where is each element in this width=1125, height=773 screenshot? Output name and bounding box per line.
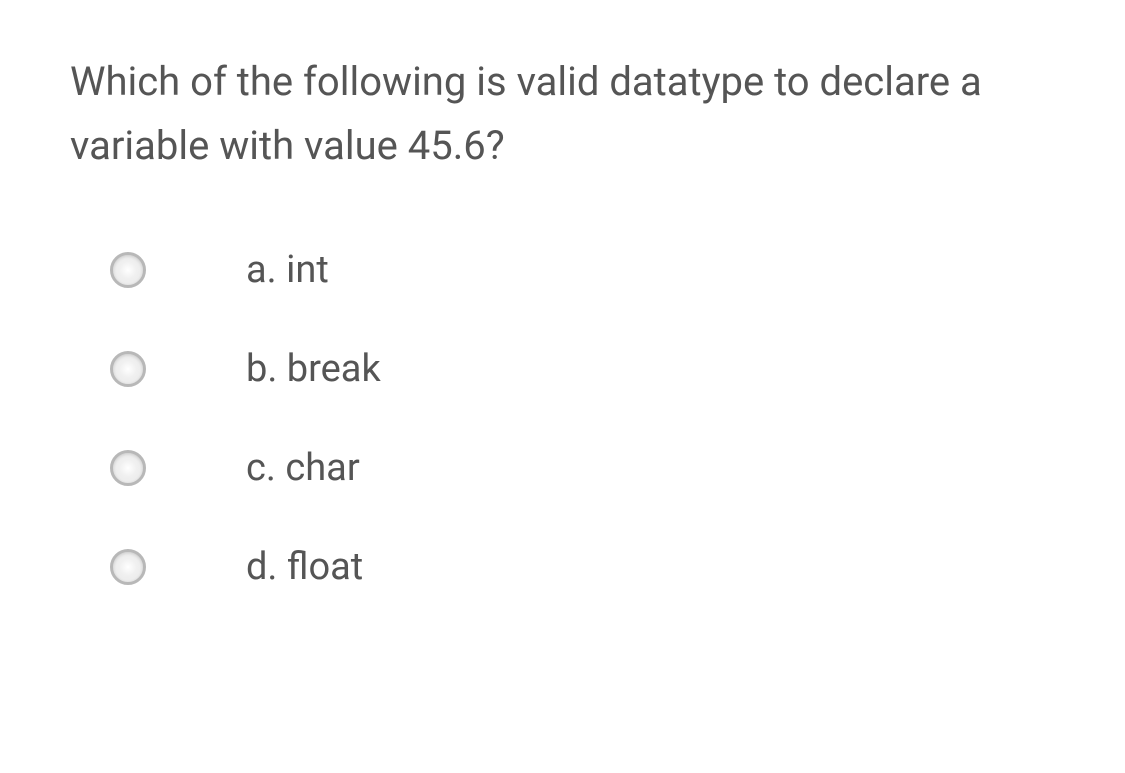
option-c[interactable]: c. char [110, 446, 1055, 490]
option-label-c: c. char [246, 446, 360, 490]
option-label-a: a. int [246, 248, 329, 292]
radio-button-a[interactable] [110, 252, 146, 288]
radio-button-d[interactable] [110, 549, 146, 585]
option-d[interactable]: d. float [110, 545, 1055, 589]
option-label-d: d. float [246, 545, 363, 589]
options-list: a. int b. break c. char d. float [70, 248, 1055, 589]
radio-button-c[interactable] [110, 450, 146, 486]
option-b[interactable]: b. break [110, 347, 1055, 391]
option-label-b: b. break [246, 347, 381, 391]
option-a[interactable]: a. int [110, 248, 1055, 292]
question-text: Which of the following is valid datatype… [70, 50, 1055, 178]
radio-button-b[interactable] [110, 351, 146, 387]
